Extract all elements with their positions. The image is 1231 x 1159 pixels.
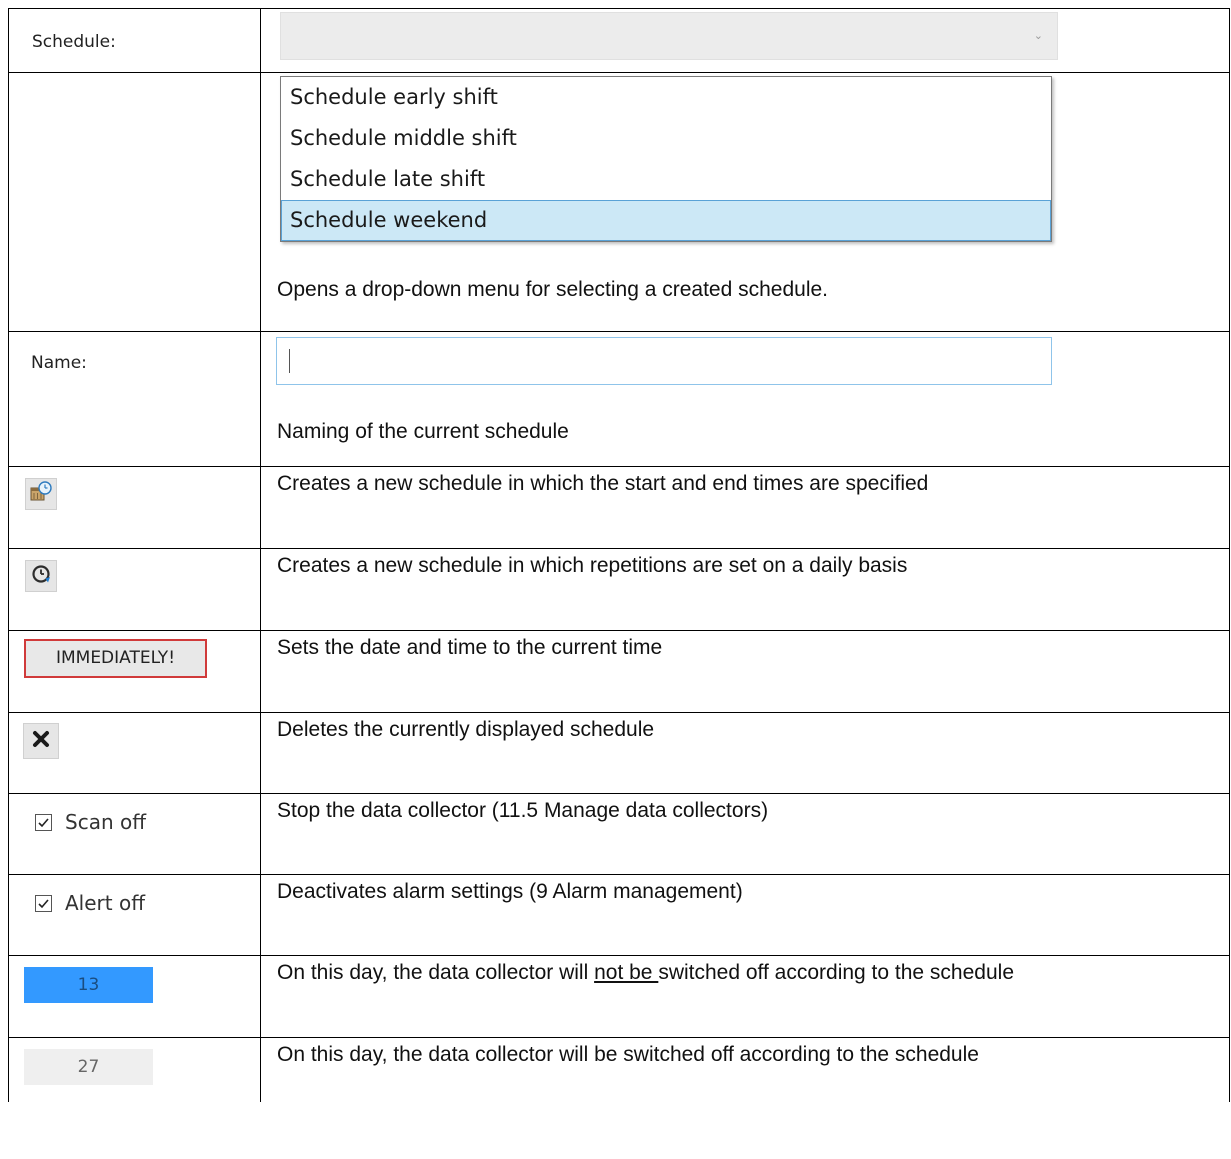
description-table: Schedule: ⌄ Schedule early shift Schedul… <box>8 8 1230 1102</box>
text-caret <box>289 349 290 373</box>
scan-off-label: Scan off <box>65 810 146 834</box>
checkbox-checked-icon[interactable] <box>35 813 52 831</box>
immediately-desc-cell: Sets the date and time to the current ti… <box>260 630 1230 713</box>
new-repeat-schedule-row: Creates a new schedule in which repetiti… <box>8 548 1230 631</box>
schedule-row: Schedule: ⌄ <box>8 8 1230 73</box>
delete-button[interactable] <box>23 723 59 759</box>
immediately-row: IMMEDIATELY! Sets the date and time to t… <box>8 630 1230 713</box>
day-13-cell: 13 <box>8 955 261 1038</box>
delete-desc-cell: Deletes the currently displayed schedule <box>260 712 1230 794</box>
repeat-clock-icon <box>30 563 52 590</box>
dropdown-option-late-shift[interactable]: Schedule late shift <box>281 159 1051 200</box>
delete-button-cell <box>8 712 261 794</box>
alert-off-label: Alert off <box>65 891 145 915</box>
calendar-day-13[interactable]: 13 <box>24 967 153 1003</box>
calendar-clock-icon <box>29 480 53 509</box>
day-13-description: On this day, the data collector will not… <box>277 957 1207 989</box>
day-27-desc-cell: On this day, the data collector will be … <box>260 1037 1230 1102</box>
day-13-desc-cell: On this day, the data collector will not… <box>260 955 1230 1038</box>
schedule-dropdown-list[interactable]: Schedule early shift Schedule middle shi… <box>280 76 1052 242</box>
schedule-label: Schedule: <box>32 32 116 52</box>
day-13-desc-part-2: switched off according to the schedule <box>658 961 1014 984</box>
day-13-desc-part-1: On this day, the data collector will <box>277 961 595 984</box>
name-input[interactable] <box>276 337 1052 385</box>
day-27-description: On this day, the data collector will be … <box>277 1043 979 1066</box>
immediately-button[interactable]: IMMEDIATELY! <box>24 639 207 678</box>
scan-off-description: Stop the data collector (11.5 Manage dat… <box>277 799 769 822</box>
dropdown-cell: Schedule early shift Schedule middle shi… <box>260 72 1230 332</box>
scan-off-cell: Scan off <box>8 793 261 875</box>
dropdown-row: Schedule early shift Schedule middle shi… <box>8 72 1230 332</box>
dropdown-description: Opens a drop-down menu for selecting a c… <box>277 278 828 301</box>
name-label-cell: Name: <box>8 331 261 467</box>
new-repeat-schedule-description: Creates a new schedule in which repetiti… <box>277 554 908 577</box>
day-27-cell: 27 <box>8 1037 261 1102</box>
new-time-schedule-description: Creates a new schedule in which the star… <box>277 472 929 495</box>
new-repeat-schedule-button[interactable] <box>25 560 57 592</box>
alert-off-checkbox[interactable]: Alert off <box>35 891 145 915</box>
dropdown-option-weekend[interactable]: Schedule weekend <box>281 200 1051 241</box>
scan-off-desc-cell: Stop the data collector (11.5 Manage dat… <box>260 793 1230 875</box>
scan-off-row: Scan off Stop the data collector (11.5 M… <box>8 793 1230 875</box>
alert-off-desc-cell: Deactivates alarm settings (9 Alarm mana… <box>260 874 1230 956</box>
alert-off-description: Deactivates alarm settings (9 Alarm mana… <box>277 880 743 903</box>
name-description: Naming of the current schedule <box>277 420 569 443</box>
alert-off-row: Alert off Deactivates alarm settings (9 … <box>8 874 1230 956</box>
scan-off-checkbox[interactable]: Scan off <box>35 810 146 834</box>
schedule-label-cell: Schedule: <box>8 8 261 73</box>
immediately-description: Sets the date and time to the current ti… <box>277 636 663 659</box>
day-13-row: 13 On this day, the data collector will … <box>8 955 1230 1038</box>
new-repeat-schedule-icon-cell <box>8 548 261 631</box>
dropdown-empty-cell <box>8 72 261 332</box>
new-repeat-schedule-desc-cell: Creates a new schedule in which repetiti… <box>260 548 1230 631</box>
name-label: Name: <box>31 353 87 373</box>
day-27-row: 27 On this day, the data collector will … <box>8 1037 1230 1102</box>
alert-off-cell: Alert off <box>8 874 261 956</box>
delete-row: Deletes the currently displayed schedule <box>8 712 1230 794</box>
new-time-schedule-desc-cell: Creates a new schedule in which the star… <box>260 466 1230 549</box>
new-time-schedule-icon-cell <box>8 466 261 549</box>
schedule-combo-cell: ⌄ <box>260 8 1230 73</box>
delete-description: Deletes the currently displayed schedule <box>277 718 655 741</box>
chevron-down-icon[interactable]: ⌄ <box>1034 29 1043 42</box>
day-13-desc-underlined: not be <box>594 961 659 984</box>
dropdown-option-middle-shift[interactable]: Schedule middle shift <box>281 118 1051 159</box>
immediately-button-cell: IMMEDIATELY! <box>8 630 261 713</box>
name-row: Name: Naming of the current schedule <box>8 331 1230 467</box>
checkbox-checked-icon[interactable] <box>35 894 52 912</box>
close-icon <box>31 729 51 754</box>
new-time-schedule-row: Creates a new schedule in which the star… <box>8 466 1230 549</box>
calendar-day-27[interactable]: 27 <box>24 1049 153 1085</box>
name-input-cell: Naming of the current schedule <box>260 331 1230 467</box>
schedule-combobox[interactable]: ⌄ <box>280 12 1058 60</box>
dropdown-option-early-shift[interactable]: Schedule early shift <box>281 77 1051 118</box>
new-time-schedule-button[interactable] <box>25 478 57 510</box>
